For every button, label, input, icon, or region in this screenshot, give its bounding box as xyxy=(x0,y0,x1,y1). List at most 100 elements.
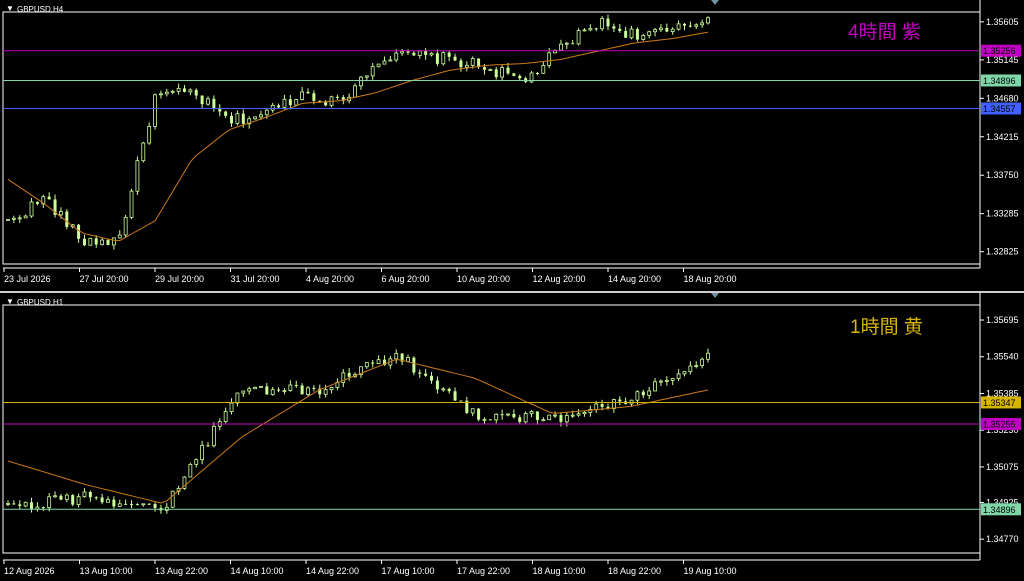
h4-candle-bear xyxy=(312,93,316,101)
h1-candle-bull xyxy=(529,411,534,414)
h4-candle-bull xyxy=(659,27,663,31)
h1-symbol-label: GBPUSD,H1 xyxy=(17,298,64,307)
h4-price-tag-label-magenta: 1.35256 xyxy=(983,46,1016,56)
h4-candle-bull xyxy=(641,34,646,40)
h1-price-tick-label: 1.35540 xyxy=(986,352,1019,362)
h1-time-tick-label: 13 Aug 22:00 xyxy=(155,566,208,576)
h4-candle-bull xyxy=(17,217,22,220)
h4-chart-svg: ▼ GBPUSD,H4 4時間 紫 1.356051.351451.346801… xyxy=(2,0,1021,284)
h1-candle-bear xyxy=(71,495,75,505)
h1-candle-bull xyxy=(582,411,587,415)
h4-candle-bull xyxy=(170,90,175,93)
h1-candle-bull xyxy=(682,371,687,375)
h4-price-tick-label: 1.33750 xyxy=(986,170,1019,180)
h4-candle-bear xyxy=(682,23,686,26)
h1-candle-bull xyxy=(647,390,652,396)
h4-candle-bear xyxy=(665,27,669,32)
h1-candle-bull xyxy=(706,352,710,360)
h4-candle-bull xyxy=(111,237,116,246)
h4-candle-bull xyxy=(706,17,710,24)
h4-candle-bear xyxy=(518,75,522,79)
h4-candle-bull xyxy=(253,116,257,120)
h4-candle-bull xyxy=(388,59,393,62)
h4-candle-bull xyxy=(382,60,387,65)
h1-shift-marker-icon[interactable] xyxy=(711,293,719,298)
h1-candle-bull xyxy=(76,496,81,505)
h4-time-tick-label: 18 Aug 20:00 xyxy=(684,274,737,284)
h4-candle-bull xyxy=(400,51,405,54)
h1-candle-bear xyxy=(488,419,492,421)
h1-candle-bear xyxy=(312,387,316,389)
h4-candle-bull xyxy=(376,63,381,68)
h1-price-tick-label: 1.35695 xyxy=(986,315,1019,325)
h4-candle-bull xyxy=(176,88,181,92)
h4-candle-bull xyxy=(117,234,122,239)
h4-candle-bull xyxy=(600,18,605,30)
h1-plot-frame xyxy=(2,304,981,554)
h4-time-tick-label: 4 Aug 20:00 xyxy=(306,274,354,284)
h1-chart-panel[interactable]: ▼ GBPUSD,H1 1時間 黄 1.35695 1.35540 1.35385 1… xyxy=(0,293,1024,581)
h4-candle-bear xyxy=(241,113,245,124)
h4-candle-bear xyxy=(453,56,457,61)
h1-candle-bull xyxy=(553,414,557,417)
h1-candle-bull xyxy=(659,380,663,383)
h4-candle-bear xyxy=(424,50,428,55)
h4-candle-bear xyxy=(482,67,486,70)
h4-candle-bear xyxy=(459,60,463,68)
h1-candle-bull xyxy=(670,378,675,381)
h4-candle-bull xyxy=(123,216,128,236)
h1-candle-bear xyxy=(294,384,298,386)
h4-candle-bull xyxy=(153,94,157,127)
h4-candle-bull xyxy=(88,237,93,246)
h4-candle-bull xyxy=(370,66,375,77)
h4-chart-panel[interactable]: ▼ GBPUSD,H4 4時間 紫 1.35605 1.35145 1.34680 1… xyxy=(0,0,1024,291)
h1-candle-bull xyxy=(35,506,40,510)
h1-candle-bear xyxy=(124,503,128,505)
h1-candle-bull xyxy=(494,413,499,421)
h4-candle-bull xyxy=(294,99,299,106)
h4-candle-bear xyxy=(35,201,39,204)
h4-price-tick-label: 1.35605 xyxy=(986,17,1019,27)
h1-candle-bull xyxy=(259,386,263,388)
h1-candle-bull xyxy=(200,444,205,461)
h4-candle-bull xyxy=(59,211,63,216)
h4-candle-bull xyxy=(282,98,287,108)
h1-candle-bear xyxy=(618,399,622,402)
h4-candle-bear xyxy=(106,240,110,245)
h4-candle-bull xyxy=(235,113,240,124)
h1-candle-bull xyxy=(53,495,57,498)
h1-candle-bull xyxy=(306,387,310,395)
h1-candle-bear xyxy=(418,372,422,374)
h1-candle-bear xyxy=(112,499,116,507)
h1-candle-bear xyxy=(424,373,428,376)
h1-candle-bear xyxy=(130,503,134,505)
h1-candle-bull xyxy=(141,503,146,506)
h1-price-tick-label: 1.35075 xyxy=(986,462,1019,472)
h1-candle-bear xyxy=(512,413,516,418)
h4-candle-bull xyxy=(464,64,469,68)
h1-candle-bear xyxy=(153,504,157,508)
h4-shift-marker-icon[interactable] xyxy=(711,0,719,5)
h4-candle-bull xyxy=(135,160,140,192)
h4-candle-bear xyxy=(412,52,416,56)
h1-candle-bear xyxy=(412,357,416,373)
h4-ma-line xyxy=(7,31,709,242)
h4-candle-bull xyxy=(670,28,675,32)
h1-candle-bear xyxy=(559,415,563,422)
h1-candle-bull xyxy=(253,386,257,390)
h1-time-tick-label: 13 Aug 10:00 xyxy=(80,566,133,576)
h1-candle-bull xyxy=(564,415,569,423)
h4-time-tick-label: 6 Aug 20:00 xyxy=(382,274,430,284)
h4-candle-bull xyxy=(129,190,134,218)
h4-price-tick-label: 1.34680 xyxy=(986,93,1019,103)
h4-candle-bear xyxy=(82,238,86,246)
h4-price-tag-label-blue: 1.34557 xyxy=(983,104,1016,114)
h1-candle-bull xyxy=(329,387,334,391)
h1-candle-bull xyxy=(170,490,175,508)
h4-candle-bear xyxy=(506,67,510,74)
h4-candle-bear xyxy=(288,99,292,106)
h1-candle-bull xyxy=(441,388,446,391)
h4-candle-bull xyxy=(417,50,422,56)
h1-candle-bull xyxy=(482,418,487,421)
h1-candle-bull xyxy=(676,373,681,379)
